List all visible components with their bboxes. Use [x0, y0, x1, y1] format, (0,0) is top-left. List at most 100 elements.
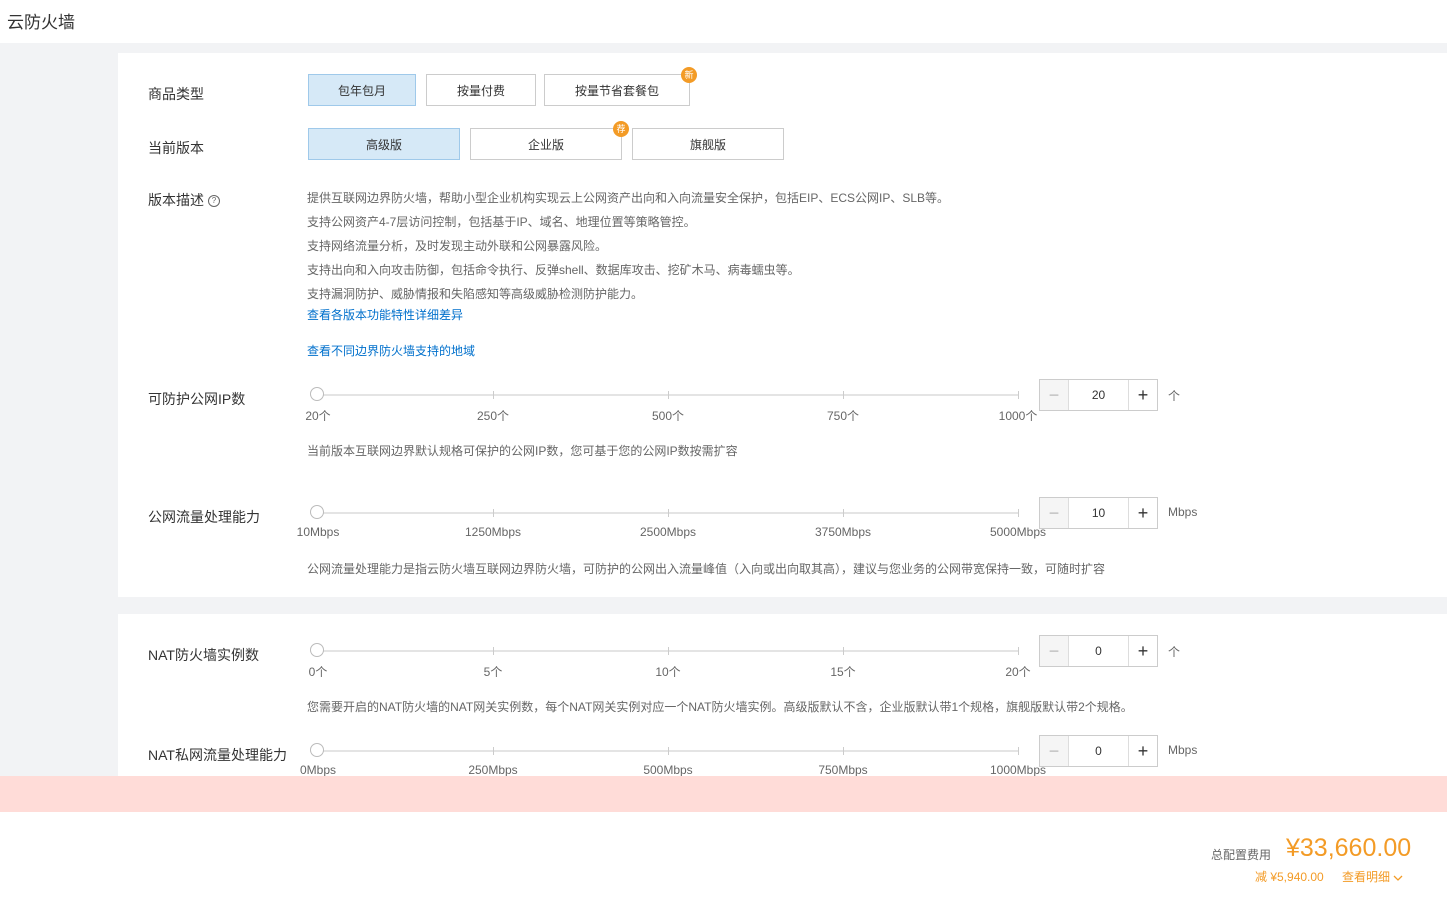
description-label: 版本描述? [148, 190, 220, 210]
slider-tick-label: 250Mbps [468, 763, 518, 776]
price-summary-bar: 总配置费用 ¥33,660.00 减 ¥5,940.00 查看明细 [0, 812, 1447, 902]
description-line: 支持公网资产4-7层访问控制，包括基于IP、域名、地理位置等策略管控。 [307, 215, 696, 229]
slider-tick [1018, 747, 1019, 755]
slider-tick-label: 10Mbps [296, 525, 340, 539]
option-annual-monthly[interactable]: 包年包月 [308, 74, 416, 106]
nat-instances-stepper[interactable]: − 0 + [1039, 635, 1158, 667]
slider-tick-label: 500个 [651, 409, 685, 423]
nat-instances-label: NAT防火墙实例数 [148, 647, 259, 663]
slider-tick [1018, 509, 1019, 517]
unit-label: Mbps [1168, 505, 1198, 519]
nat-instances-hint: 您需要开启的NAT防火墙的NAT网关实例数，每个NAT网关实例对应一个NAT防火… [307, 700, 1133, 714]
nat-instances-slider[interactable]: 0个 5个 10个 15个 20个 [309, 641, 1031, 679]
slider-tick-label: 750个 [826, 409, 860, 423]
slider-tick-label: 250个 [476, 409, 510, 423]
slider-tick [668, 647, 669, 655]
slider-tick [668, 747, 669, 755]
option-advanced-edition[interactable]: 高级版 [308, 128, 460, 160]
slider-tick [843, 647, 844, 655]
slider-tick [1018, 647, 1019, 655]
total-cost-label: 总配置费用 [1211, 848, 1272, 862]
nat-traffic-label: NAT私网流量处理能力 [148, 747, 287, 763]
top-bar: 云防火墙 [0, 0, 1447, 43]
notice-bar [0, 776, 1447, 812]
description-line: 支持网络流量分析，及时发现主动外联和公网暴露风险。 [307, 239, 608, 253]
unit-label: Mbps [1168, 743, 1198, 757]
option-pay-as-you-go[interactable]: 按量付费 [426, 74, 536, 106]
description-line: 提供互联网边界防火墙，帮助小型企业机构实现云上公网资产出向和入向流量安全保护，包… [307, 191, 950, 205]
slider-tick [493, 391, 494, 399]
slider-tick-label: 1000个 [998, 409, 1038, 423]
option-label: 旗舰版 [689, 137, 726, 152]
option-label: 包年包月 [337, 83, 386, 98]
slider-handle[interactable] [310, 643, 324, 657]
nat-instances-input[interactable]: 0 [1069, 636, 1128, 666]
page-title: 云防火墙 [7, 13, 75, 32]
public-ip-slider[interactable]: 20个 250个 500个 750个 1000个 [305, 385, 1037, 423]
slider-tick-label: 5个 [483, 665, 503, 679]
slider-tick-label: 15个 [830, 665, 856, 679]
decrement-button[interactable]: − [1040, 736, 1069, 766]
slider-tick [493, 647, 494, 655]
public-traffic-slider[interactable]: 10Mbps 1250Mbps 2500Mbps 3750Mbps 5000Mb… [297, 503, 1046, 539]
public-traffic-input[interactable]: 10 [1069, 498, 1128, 528]
increment-button[interactable]: + [1128, 498, 1157, 528]
nat-traffic-slider[interactable]: 0Mbps 250Mbps 500Mbps 750Mbps 1000Mbps [300, 741, 1046, 776]
nat-traffic-input[interactable]: 0 [1069, 736, 1128, 766]
total-price: ¥33,660.00 [1286, 834, 1412, 862]
option-enterprise-edition[interactable]: 企业版 荐 [470, 121, 629, 160]
slider-tick [843, 509, 844, 517]
slider-tick [493, 747, 494, 755]
increment-button[interactable]: + [1128, 736, 1157, 766]
option-label: 企业版 [527, 137, 564, 152]
new-badge: 新 [681, 67, 697, 83]
unit-label: 个 [1168, 389, 1181, 403]
nat-traffic-stepper[interactable]: − 0 + [1039, 735, 1158, 767]
decrement-button[interactable]: − [1040, 498, 1069, 528]
recommend-badge: 荐 [613, 121, 629, 137]
public-ip-label: 可防护公网IP数 [148, 391, 246, 407]
slider-tick [668, 391, 669, 399]
slider-tick-label: 5000Mbps [989, 525, 1047, 539]
slider-handle[interactable] [310, 743, 324, 757]
public-traffic-hint: 公网流量处理能力是指云防火墙互联网边界防火墙，可防护的公网出入流量峰值（入向或出… [307, 562, 1106, 576]
unit-label: 个 [1168, 645, 1181, 659]
slider-tick-label: 0Mbps [299, 763, 337, 776]
slider-handle[interactable] [310, 387, 324, 401]
version-features-link[interactable]: 查看各版本功能特性详细差异 [307, 306, 463, 323]
public-ip-stepper[interactable]: − 20 + [1039, 379, 1158, 411]
slider-handle[interactable] [310, 505, 324, 519]
regions-link[interactable]: 查看不同边界防火墙支持的地域 [307, 342, 475, 359]
description-label-text: 版本描述 [148, 192, 204, 208]
increment-button[interactable]: + [1128, 636, 1157, 666]
option-flagship-edition[interactable]: 旗舰版 [632, 128, 784, 160]
increment-button[interactable]: + [1128, 380, 1157, 410]
view-details-link[interactable]: 查看明细 [1342, 868, 1403, 885]
help-icon[interactable]: ? [208, 195, 220, 208]
slider-tick-label: 0个 [308, 665, 328, 679]
decrement-button[interactable]: − [1040, 380, 1069, 410]
view-details-label: 查看明细 [1342, 870, 1391, 884]
option-label: 按量节省套餐包 [574, 83, 659, 98]
config-card-nat: NAT防火墙实例数 0个 5个 10个 15个 20个 − 0 + 个 您需要开… [118, 614, 1447, 776]
slider-tick [843, 391, 844, 399]
option-label: 按量付费 [456, 83, 505, 98]
public-traffic-stepper[interactable]: − 10 + [1039, 497, 1158, 529]
slider-tick [493, 509, 494, 517]
option-label: 高级版 [365, 137, 402, 152]
slider-tick-label: 750Mbps [818, 763, 868, 776]
chevron-down-icon [1393, 875, 1403, 881]
version-label: 当前版本 [148, 140, 204, 156]
public-ip-input[interactable]: 20 [1069, 380, 1128, 410]
slider-tick-label: 1250Mbps [464, 525, 522, 539]
public-ip-hint: 当前版本互联网边界默认规格可保护的公网IP数，您可基于您的公网IP数按需扩容 [307, 444, 738, 458]
description-line: 支持出向和入向攻击防御，包括命令执行、反弹shell、数据库攻击、挖矿木马、病毒… [307, 263, 800, 277]
decrement-button[interactable]: − [1040, 636, 1069, 666]
option-savings-plan[interactable]: 按量节省套餐包 新 [544, 67, 697, 106]
discount-amount: 减 ¥5,940.00 [1255, 870, 1324, 884]
slider-tick-label: 3750Mbps [814, 525, 872, 539]
slider-tick [1018, 391, 1019, 399]
slider-tick-label: 1000Mbps [989, 763, 1047, 776]
public-traffic-label: 公网流量处理能力 [148, 509, 260, 525]
slider-tick [843, 747, 844, 755]
